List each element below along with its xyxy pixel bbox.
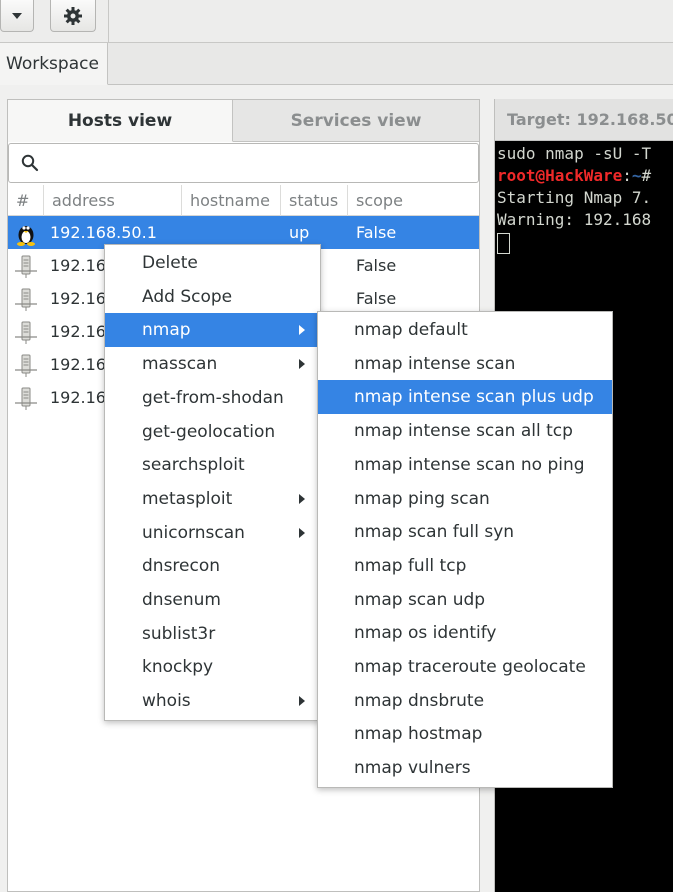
menu-item-metasploit[interactable]: metasploit: [105, 482, 320, 516]
submenu-item-nmap-traceroute-geolocate[interactable]: nmap traceroute geolocate: [318, 650, 612, 684]
gear-icon: [64, 6, 82, 25]
prompt-user: root@HackWare: [497, 166, 623, 185]
tab-hosts-view[interactable]: Hosts view: [8, 100, 233, 142]
submenu-item-nmap-intense-scan-no-ping[interactable]: nmap intense scan no ping: [318, 448, 612, 482]
unknown-host-icon: [13, 286, 39, 312]
tab-target-terminal[interactable]: Target: 192.168.50.1: [495, 99, 673, 141]
toolbar: [0, 0, 673, 43]
chevron-right-icon: [299, 527, 305, 538]
terminal-prompt: root@HackWare:~#: [497, 165, 651, 187]
context-menu: Delete Add Scope nmap masscan get-from-shoda…: [104, 244, 321, 721]
workspace-tabbar: Workspace: [0, 43, 673, 85]
menu-item-nmap[interactable]: nmap: [105, 313, 320, 348]
prompt-end: #: [641, 166, 652, 185]
column-header-hostname[interactable]: hostname: [182, 185, 281, 216]
submenu-item-nmap-scan-udp[interactable]: nmap scan udp: [318, 583, 612, 617]
column-header-status[interactable]: status: [281, 185, 348, 216]
submenu-item-nmap-full-tcp[interactable]: nmap full tcp: [318, 549, 612, 583]
menu-item-label: knockpy: [142, 657, 214, 678]
unknown-host-icon: [13, 253, 39, 279]
submenu-item-nmap-vulners[interactable]: nmap vulners: [318, 751, 612, 785]
tab-workspace[interactable]: Workspace: [0, 43, 108, 85]
nmap-submenu: nmap default nmap intense scan nmap intens…: [317, 311, 613, 788]
menu-item-label: sublist3r: [142, 623, 216, 644]
column-header-index[interactable]: #: [8, 185, 44, 216]
chevron-right-icon: [299, 325, 305, 336]
submenu-item-nmap-ping-scan[interactable]: nmap ping scan: [318, 482, 612, 516]
terminal-line: sudo nmap -sU -T: [497, 144, 652, 163]
linux-icon: [13, 220, 39, 246]
prompt-separator: :: [622, 166, 632, 185]
search-input[interactable]: [8, 143, 479, 183]
menu-item-label: dnsrecon: [142, 556, 221, 577]
chevron-down-icon: [12, 12, 22, 19]
hosts-table-header: # address hostname status scope: [8, 185, 479, 216]
menu-item-label: get-from-shodan: [142, 387, 284, 408]
chevron-right-icon: [299, 696, 305, 707]
terminal-cursor: [497, 233, 510, 254]
menu-item-masscan[interactable]: masscan: [105, 347, 320, 381]
menu-item-knockpy[interactable]: knockpy: [105, 650, 320, 684]
view-tabs: Hosts view Services view: [8, 100, 479, 142]
menu-item-delete[interactable]: Delete: [105, 246, 320, 280]
chevron-right-icon: [299, 493, 305, 504]
menu-item-label: dnsenum: [142, 590, 221, 610]
menu-item-get-from-shodan[interactable]: get-from-shodan: [105, 381, 320, 415]
submenu-item-nmap-intense-scan-plus-udp[interactable]: nmap intense scan plus udp: [318, 380, 612, 415]
menu-item-label: searchsploit: [142, 455, 245, 476]
unknown-host-icon: [13, 319, 39, 345]
unknown-host-icon: [13, 352, 39, 378]
menu-item-sublist3r[interactable]: sublist3r: [105, 617, 320, 651]
toolbar-separator: [108, 0, 109, 42]
tab-services-view[interactable]: Services view: [233, 100, 479, 142]
menu-item-label: nmap: [142, 320, 191, 341]
chevron-right-icon: [299, 359, 305, 370]
menu-dropdown-button[interactable]: [0, 0, 34, 32]
terminal-line: Starting Nmap 7.: [497, 188, 652, 207]
menu-item-label: Add Scope: [142, 286, 233, 307]
menu-item-dnsenum[interactable]: dnsenum: [105, 583, 320, 617]
column-header-scope[interactable]: scope: [348, 185, 479, 216]
menu-item-add-scope[interactable]: Add Scope: [105, 280, 320, 314]
menu-item-dnsrecon[interactable]: dnsrecon: [105, 549, 320, 583]
menu-item-label: Delete: [142, 253, 198, 273]
terminal-line: Warning: 192.168: [497, 210, 652, 229]
submenu-item-nmap-hostmap[interactable]: nmap hostmap: [318, 717, 612, 751]
settings-button[interactable]: [50, 0, 96, 32]
menu-item-label: whois: [142, 691, 191, 712]
column-header-address[interactable]: address: [44, 185, 182, 216]
unknown-host-icon: [13, 385, 39, 411]
prompt-path: ~: [631, 166, 642, 185]
search-icon: [21, 154, 39, 172]
menu-item-label: get-geolocation: [142, 421, 276, 442]
menu-item-label: unicornscan: [142, 522, 245, 543]
cell-scope: False: [356, 223, 397, 242]
submenu-item-nmap-scan-full-syn[interactable]: nmap scan full syn: [318, 515, 612, 549]
submenu-item-nmap-intense-scan[interactable]: nmap intense scan: [318, 347, 612, 381]
menu-item-get-geolocation[interactable]: get-geolocation: [105, 415, 320, 449]
menu-item-label: masscan: [142, 354, 218, 375]
menu-item-label: metasploit: [142, 488, 233, 509]
submenu-item-nmap-os-identify[interactable]: nmap os identify: [318, 616, 612, 650]
submenu-item-nmap-default[interactable]: nmap default: [318, 313, 612, 347]
cell-scope: False: [356, 256, 397, 275]
menu-item-whois[interactable]: whois: [105, 684, 320, 718]
submenu-item-nmap-dnsbrute[interactable]: nmap dnsbrute: [318, 684, 612, 718]
menu-item-searchsploit[interactable]: searchsploit: [105, 448, 320, 482]
menu-item-unicornscan[interactable]: unicornscan: [105, 516, 320, 550]
submenu-item-nmap-intense-scan-all-tcp[interactable]: nmap intense scan all tcp: [318, 414, 612, 448]
